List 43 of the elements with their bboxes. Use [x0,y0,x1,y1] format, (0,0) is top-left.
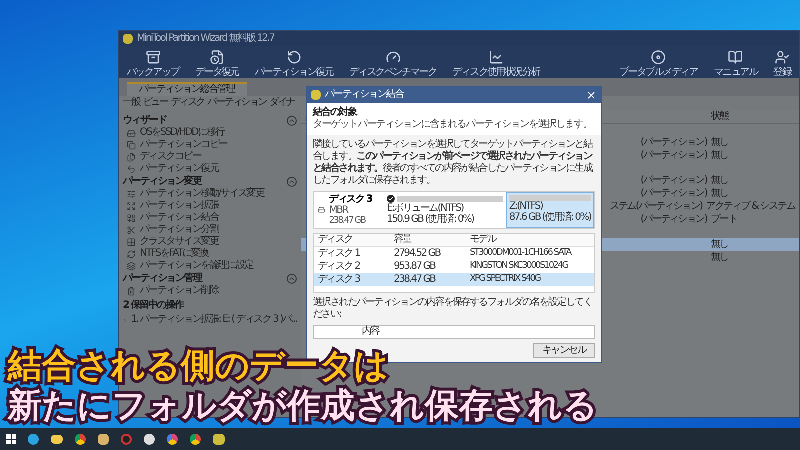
table-cell-text: (パーティション) [640,176,708,186]
table-cell-text: 無し [711,150,730,160]
folder-label: 選択されたパーティションの内容を保存するフォルダの名を設定してください: [313,297,594,321]
pending-title: 2 保留中の操作 [123,301,185,311]
partition-label: Z:(NTFS) [509,201,543,212]
table-cell-text: KINGSTON SKC3000S1024G [469,262,570,271]
table-cell-text: アクティブ & システム [706,202,796,212]
table-cell-text: 無し [711,188,730,198]
column-header: ディスク [317,235,354,245]
table-cell-text: 無し [711,176,730,186]
table-cell-text: 953.87 GB [393,262,437,272]
table-cell-text: 2794.52 GB [393,248,442,258]
table-cell-text: (パーティション) [640,150,708,160]
disk-type: MBR [329,204,350,216]
table-cell-text: ST3000DM001-1CH166 SATA [469,249,572,258]
table-cell-text: 無し [711,138,730,148]
dialog-heading: 結合の対象 [313,107,358,119]
table-cell-text: 238.47 GB [393,274,437,284]
dialog-title: パーティション結合 [325,90,405,100]
window-title: MiniTool Partition Wizard 無料版 12.7 [137,34,274,44]
table-cell-text: (パーティション) [640,214,708,224]
column-header: 状態 [711,112,730,122]
table-cell-text: ディスク 1 [317,248,362,258]
partition-label: E:ボリューム(NTFS) [387,203,465,214]
table-cell-text: 無し [711,240,730,250]
section-title: パーティション変更 [123,176,202,186]
table-cell-text: 無し [711,252,730,262]
table-cell-text: (パーティション) [640,138,708,148]
column-header: モデル [469,235,498,245]
disk-size: 238.47 GB [329,216,367,226]
dialog-subheading: ターゲットパーティションに含まれるパーティションを選択します。 [313,119,593,131]
table-cell-text: XPG SPECTRIX S40G [469,275,542,284]
partition-size: 150.9 GB (使用済: 0%) [387,214,476,225]
table-cell-text: ディスク 2 [317,262,362,272]
section-title: ウィザード [123,116,167,126]
section-title: パーティション管理 [123,274,202,284]
column-header: 容量 [393,235,413,245]
table-cell-text: ステム(パーティション) [610,202,704,212]
table-cell-text: (パーティション) [640,188,708,198]
table-cell-text: ブート [711,214,738,224]
partition-size: 87.6 GB (使用済: 0%) [509,212,591,223]
table-cell-text: ディスク 3 [317,274,362,284]
disk-name: ディスク 3 [329,194,372,204]
